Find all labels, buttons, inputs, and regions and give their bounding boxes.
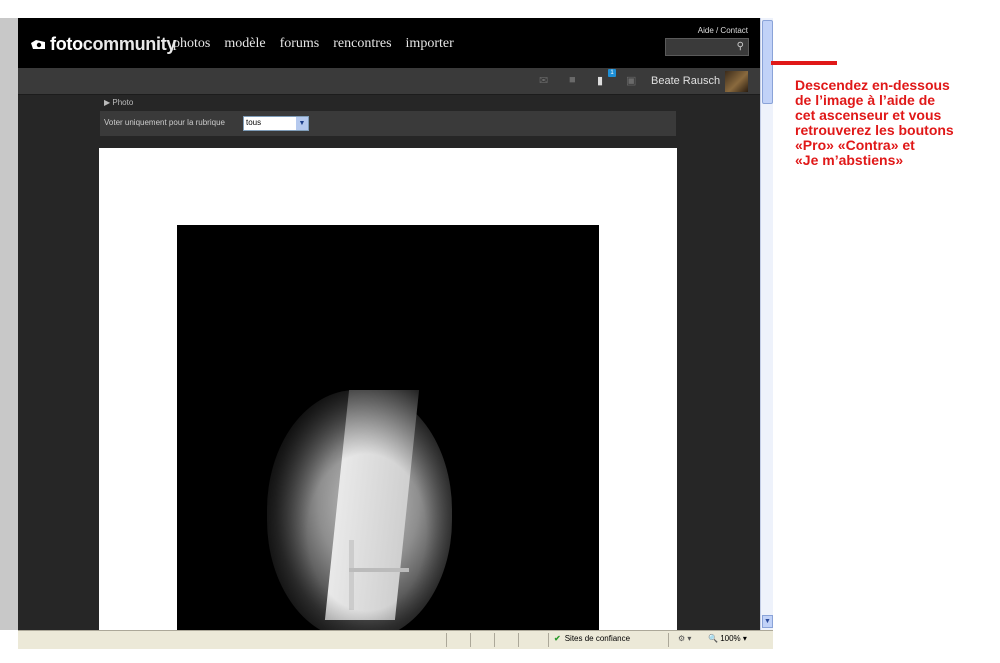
username: Beate Rausch [651,75,721,87]
status-separator [446,633,447,647]
photo-vignette [177,225,599,630]
status-separator [548,633,549,647]
window-left-frame [0,18,18,630]
annotation-line: «Je m’abstiens» [795,152,904,168]
nav-importer[interactable]: importer [406,36,454,52]
lock-icon[interactable]: ⚙ ▾ [678,634,691,643]
status-separator [668,633,669,647]
annotation-arrow-line [771,61,837,65]
nav-rencontres[interactable]: rencontres [333,36,391,52]
status-separator [494,633,495,647]
photo-frame [99,148,677,630]
filter-label: Voter uniquement pour la rubrique [104,118,225,127]
category-select-value: tous [246,118,262,127]
zoom-control[interactable]: 🔍 100% ▾ [708,634,747,643]
annotation-line: retrouverez les boutons [795,122,954,138]
annotation-line: cet ascenseur et vous [795,107,942,123]
dropdown-arrow-icon[interactable]: ▼ [296,117,308,130]
logo-camera-icon [30,35,46,56]
site-header: fotocommunity photos modèle forums renco… [18,18,760,68]
camera-icon[interactable]: ■ [569,74,576,86]
gift-icon[interactable]: ▣ [626,74,636,87]
security-zone-label: Sites de confiance [564,634,631,643]
avatar[interactable] [725,71,748,92]
breadcrumb[interactable]: ▶ Photo [104,98,133,107]
site-logo[interactable]: fotocommunity [30,34,176,56]
zoom-level: 100% [720,634,741,643]
browser-status-bar: ✔ Sites de confiance ⚙ ▾ 🔍 100% ▾ [18,630,773,649]
category-select[interactable]: tous ▼ [243,116,309,131]
nav-forums[interactable]: forums [280,36,320,52]
search-input[interactable]: ⚲ [665,38,749,56]
vertical-scrollbar[interactable]: ▼ [760,18,773,630]
status-separator [518,633,519,647]
user-toolbar: ✉ ■ ▮ 1 ▣ Beate Rausch ⌄ [18,68,760,95]
annotation-line: «Pro» «Contra» et [795,137,915,153]
annotation-text: Descendez en-dessous de l’image à l’aide… [795,78,995,168]
notification-badge: 1 [608,69,616,77]
checkmark-icon: ✔ [554,634,561,643]
comment-icon[interactable]: ▮ [597,74,603,87]
breadcrumb-label: Photo [112,98,134,107]
annotation-line: Descendez en-dessous [795,77,950,93]
search-icon[interactable]: ⚲ [737,41,744,52]
category-filter-bar: Voter uniquement pour la rubrique tous ▼ [100,111,676,136]
nav-photos[interactable]: photos [173,36,210,52]
nav-modele[interactable]: modèle [224,36,265,52]
security-zone: ✔ Sites de confiance [554,634,630,643]
photo-image[interactable] [177,225,599,630]
scroll-down-arrow-icon[interactable]: ▼ [762,615,773,628]
envelope-icon[interactable]: ✉ [539,74,548,87]
annotation-line: de l’image à l’aide de [795,92,936,108]
status-separator [470,633,471,647]
help-contact-link[interactable]: Aide / Contact [698,26,748,35]
user-menu[interactable]: Beate Rausch ⌄ [651,74,732,87]
fotocommunity-page: fotocommunity photos modèle forums renco… [18,18,760,630]
main-nav: photos modèle forums rencontres importer [173,36,454,52]
